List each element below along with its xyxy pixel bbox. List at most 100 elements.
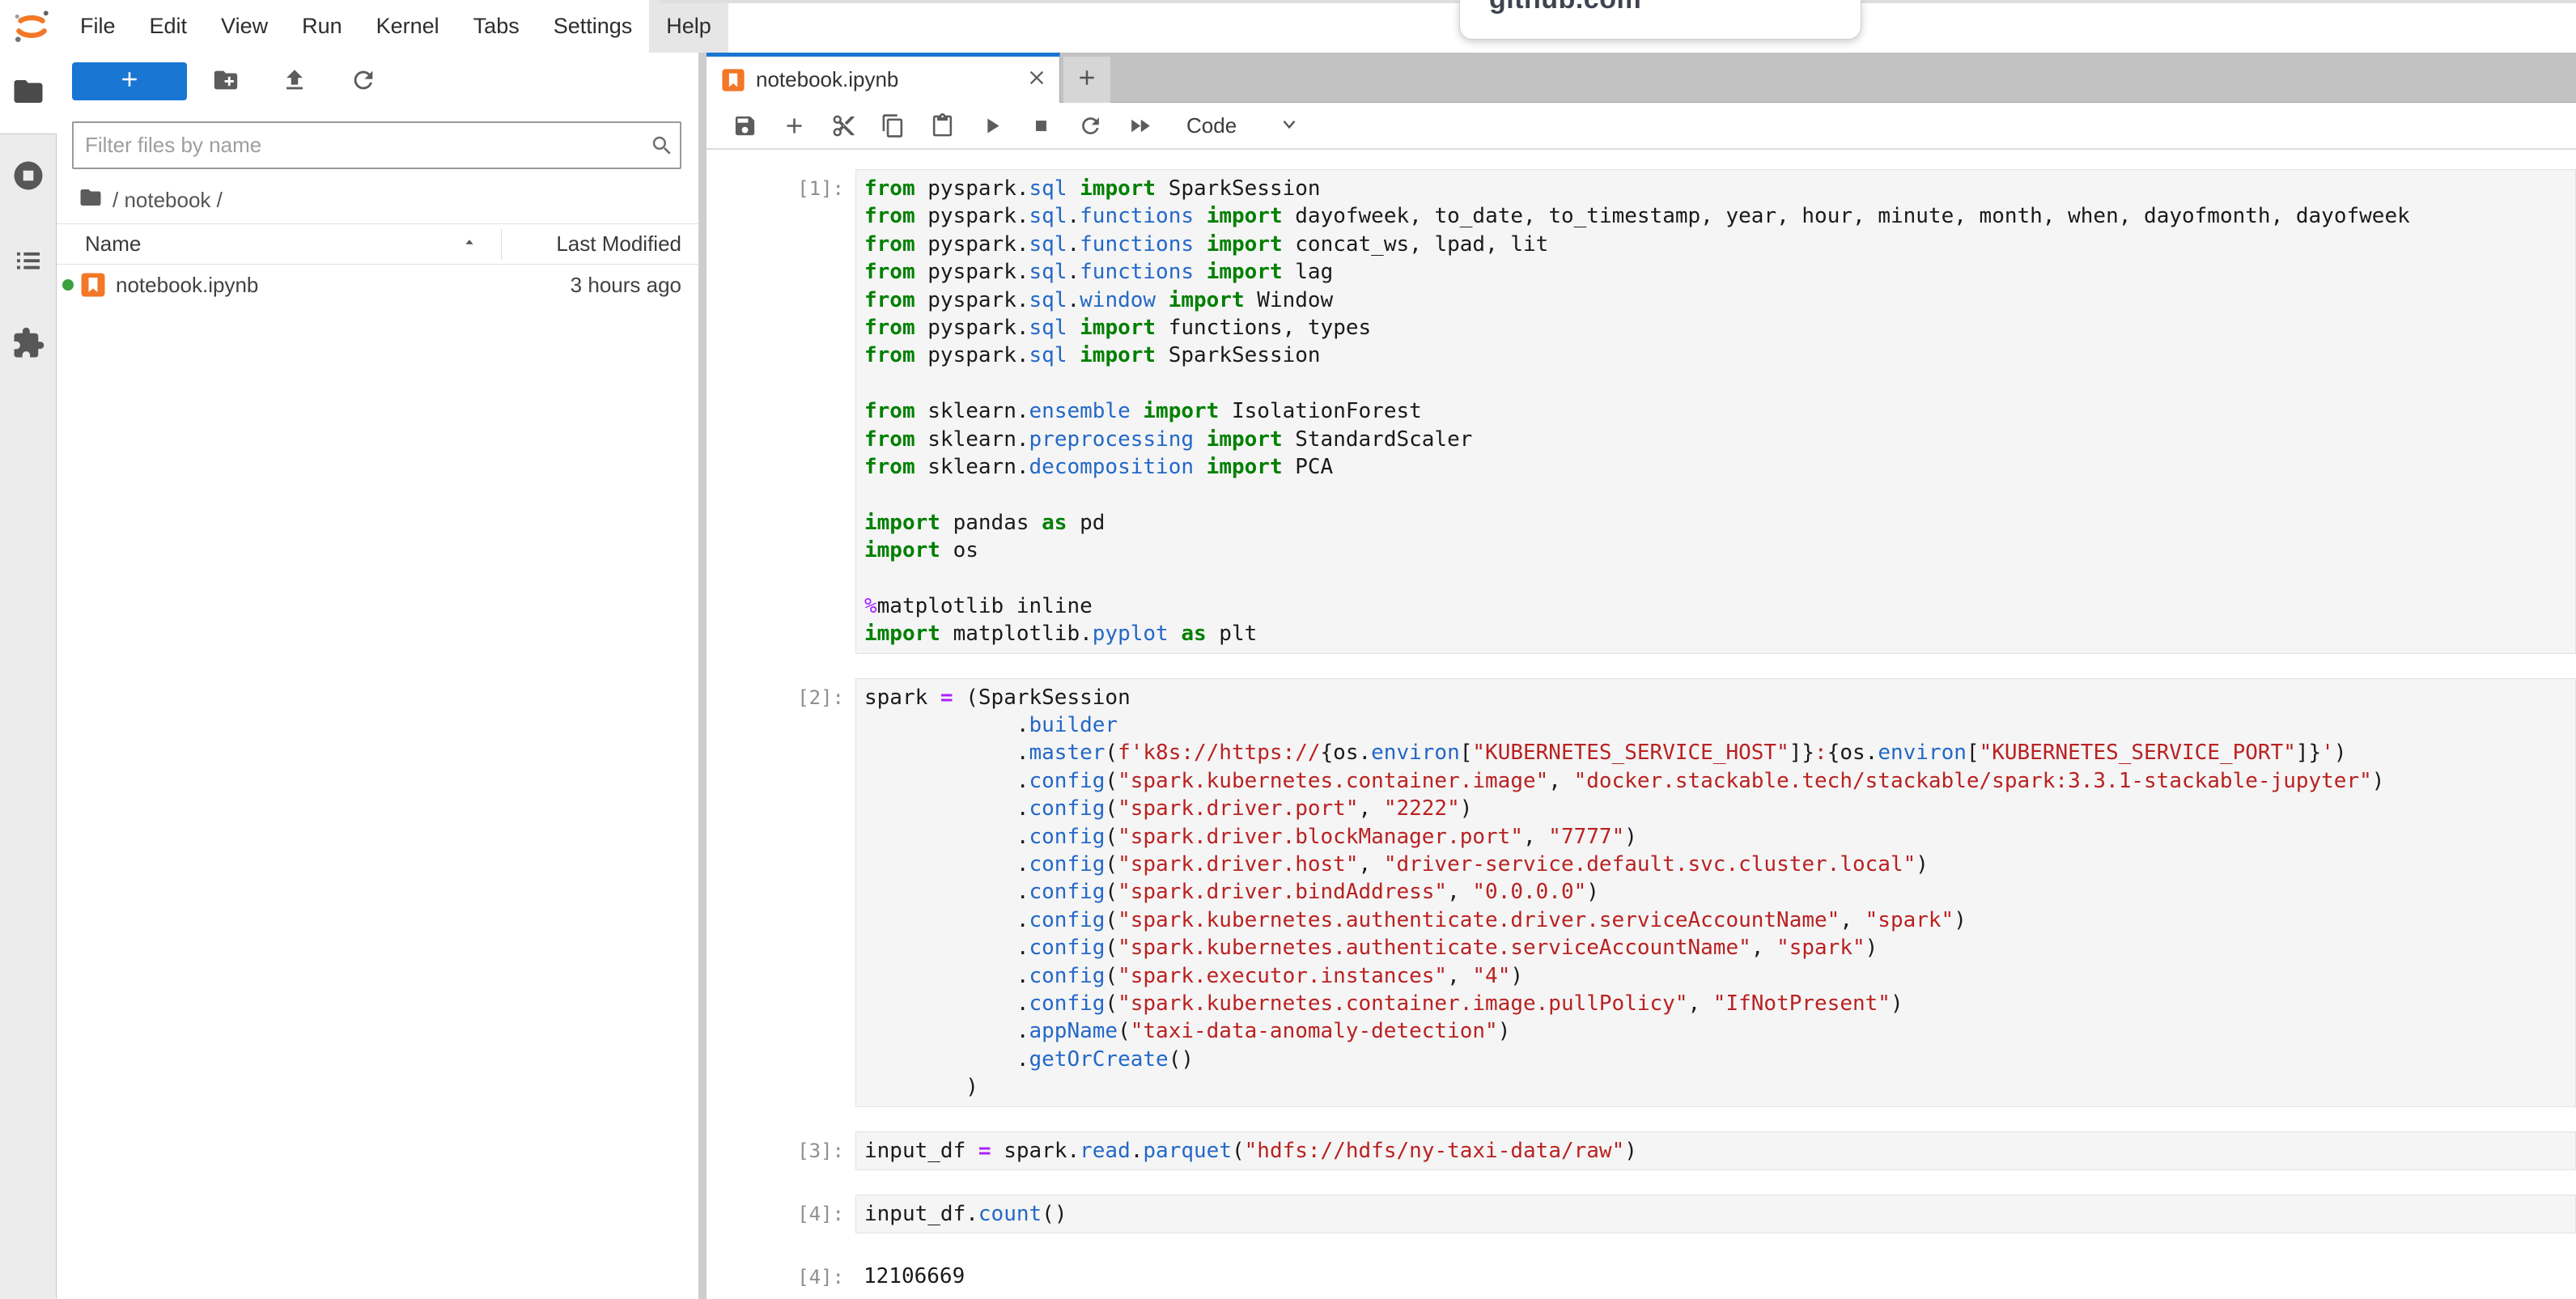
cell-prompt: [2]:	[707, 678, 855, 1107]
folder-icon	[11, 74, 45, 112]
code-line: from pyspark.sql import SparkSession	[864, 342, 2575, 369]
column-header-name[interactable]: Name	[57, 231, 141, 257]
code-line: .builder	[864, 711, 2575, 739]
cell-type-dropdown[interactable]: Code	[1186, 113, 1237, 138]
column-header-modified[interactable]: Last Modified	[502, 231, 698, 257]
toolbar-buttons	[731, 112, 1175, 139]
list-icon	[11, 244, 45, 282]
code-line: )	[864, 1073, 2575, 1101]
output-area: [4]: 12106669	[707, 1258, 2576, 1295]
code-line: import pandas as pd	[864, 509, 2575, 537]
copy-icon[interactable]	[879, 112, 906, 139]
paste-icon[interactable]	[928, 112, 956, 139]
code-line: import matplotlib.pyplot as plt	[864, 620, 2575, 647]
code-line: .config("spark.driver.blockManager.port"…	[864, 823, 2575, 851]
code-line: from pyspark.sql.window import Window	[864, 287, 2575, 314]
cell-editor[interactable]: input_df.count()	[855, 1195, 2576, 1233]
jupyterlab-window: FileEditViewRunKernelTabsSettingsHelp gi…	[0, 0, 2576, 1299]
fast-forward-icon[interactable]	[1126, 112, 1153, 139]
file-browser-panel: / notebook / Name Last Modified notebook…	[57, 53, 698, 1299]
notebook-panel: notebook.ipynb Code [1]:from pyspark.sql…	[707, 53, 2576, 1299]
code-line	[864, 481, 2575, 508]
sidebar-item-running-sessions[interactable]	[11, 159, 46, 195]
notebook-file-icon	[721, 68, 745, 92]
tab-notebook[interactable]: notebook.ipynb	[707, 53, 1060, 103]
folder-icon	[79, 185, 112, 215]
cell-editor[interactable]: input_df = spark.read.parquet("hdfs://hd…	[855, 1131, 2576, 1170]
code-line: spark = (SparkSession	[864, 684, 2575, 711]
code-cell: [2]:spark = (SparkSession .builder .mast…	[707, 678, 2576, 1107]
new-folder-button[interactable]	[207, 63, 244, 100]
menu-item-tabs[interactable]: Tabs	[456, 0, 537, 53]
code-line: .getOrCreate()	[864, 1046, 2575, 1073]
tab-title: notebook.ipynb	[756, 67, 1025, 92]
code-line: .config("spark.kubernetes.authenticate.s…	[864, 934, 2575, 962]
dock-tab-bar: notebook.ipynb	[707, 53, 2576, 103]
add-icon	[117, 67, 142, 96]
code-line	[864, 370, 2575, 397]
cell-prompt: [4]:	[707, 1195, 855, 1233]
code-line: .config("spark.driver.port", "2222")	[864, 795, 2575, 822]
code-cell: [4]:input_df.count()	[707, 1195, 2576, 1233]
upload-icon	[281, 66, 308, 98]
sidebar-item-extension-manager[interactable]	[11, 327, 46, 363]
menu-item-edit[interactable]: Edit	[133, 0, 205, 53]
sort-caret-up-icon[interactable]	[460, 231, 478, 257]
code-line: .config("spark.kubernetes.authenticate.d…	[864, 906, 2575, 934]
code-line: .config("spark.executor.instances", "4")	[864, 962, 2575, 990]
close-tab-icon[interactable]	[1025, 66, 1048, 93]
sidebar-strip-background	[0, 134, 57, 1299]
new-launcher-button[interactable]	[72, 62, 187, 100]
code-line: .config("spark.driver.host", "driver-ser…	[864, 851, 2575, 878]
upload-button[interactable]	[276, 63, 313, 100]
menu-bar: FileEditViewRunKernelTabsSettingsHelp	[0, 0, 2576, 53]
panel-splitter[interactable]	[698, 53, 707, 1299]
menu-item-settings[interactable]: Settings	[537, 0, 650, 53]
running-sessions-icon	[11, 159, 45, 197]
code-line: input_df = spark.read.parquet("hdfs://hd…	[864, 1137, 2575, 1165]
cell-editor[interactable]: from pyspark.sql import SparkSessionfrom…	[855, 169, 2576, 654]
cut-icon[interactable]	[830, 112, 857, 139]
code-line: from sklearn.preprocessing import Standa…	[864, 426, 2575, 453]
menu-item-help[interactable]: Help	[649, 0, 728, 53]
code-cell: [1]:from pyspark.sql import SparkSession…	[707, 169, 2576, 654]
save-icon[interactable]	[731, 112, 758, 139]
refresh-icon	[350, 66, 377, 98]
chevron-down-icon[interactable]	[1279, 113, 1300, 138]
code-line: from sklearn.decomposition import PCA	[864, 453, 2575, 481]
sidebar-item-table-of-contents[interactable]	[11, 244, 46, 280]
file-filter-input[interactable]	[74, 133, 644, 158]
code-line: from pyspark.sql import functions, types	[864, 314, 2575, 342]
code-line	[864, 564, 2575, 592]
output-prompt: [4]:	[707, 1258, 855, 1295]
breadcrumb-path: / notebook /	[112, 188, 223, 213]
code-cell: [3]:input_df = spark.read.parquet("hdfs:…	[707, 1131, 2576, 1170]
restart-icon[interactable]	[1076, 112, 1104, 139]
menu-item-run[interactable]: Run	[285, 0, 359, 53]
stop-icon[interactable]	[1027, 112, 1055, 139]
menu-items: FileEditViewRunKernelTabsSettingsHelp	[63, 0, 728, 53]
file-list-header: Name Last Modified	[57, 223, 698, 265]
code-line: %matplotlib inline	[864, 592, 2575, 620]
file-modified: 3 hours ago	[258, 273, 698, 298]
menu-item-view[interactable]: View	[204, 0, 285, 53]
new-tab-button[interactable]	[1063, 57, 1110, 103]
add-icon	[1075, 66, 1099, 94]
browser-popup-text: github.com	[1489, 0, 1861, 15]
sidebar-item-file-browser[interactable]	[0, 53, 57, 134]
left-sidebar	[0, 53, 57, 1299]
add-icon[interactable]	[780, 112, 808, 139]
notebook-file-icon	[80, 272, 106, 298]
file-row-notebook[interactable]: notebook.ipynb 3 hours ago	[57, 265, 698, 305]
menu-item-file[interactable]: File	[63, 0, 133, 53]
puzzle-icon	[11, 326, 45, 364]
code-line: from pyspark.sql import SparkSession	[864, 175, 2575, 202]
refresh-file-list-button[interactable]	[345, 63, 382, 100]
code-line: .config("spark.kubernetes.container.imag…	[864, 990, 2575, 1017]
menu-item-kernel[interactable]: Kernel	[359, 0, 456, 53]
run-icon[interactable]	[978, 112, 1005, 139]
breadcrumb[interactable]: / notebook /	[79, 184, 223, 216]
code-line: 12106669	[864, 1263, 2576, 1290]
new-folder-icon	[212, 66, 240, 98]
cell-editor[interactable]: spark = (SparkSession .builder .master(f…	[855, 678, 2576, 1107]
